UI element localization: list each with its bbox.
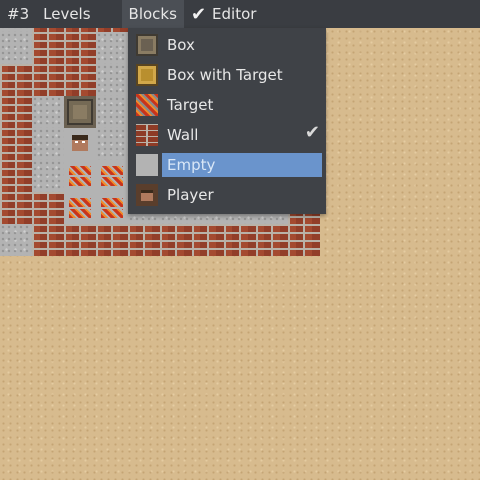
empty-icon: [136, 154, 158, 176]
menu-bar: #3 Levels Blocks ✔ Editor: [0, 0, 480, 28]
wall-tile[interactable]: [0, 128, 32, 160]
menu-item-target[interactable]: Target: [128, 90, 326, 120]
target-tile[interactable]: [64, 192, 96, 224]
menu-item-label: Wall: [167, 126, 199, 144]
floor-tile[interactable]: [96, 128, 128, 160]
floor-tile[interactable]: [0, 32, 32, 64]
menu-item-empty[interactable]: Empty: [128, 150, 326, 180]
floor-tile[interactable]: [32, 160, 64, 192]
floor-tile[interactable]: [96, 64, 128, 96]
menu-item-label: Empty: [162, 153, 322, 177]
menu-item-label: Player: [167, 186, 214, 204]
player-tile[interactable]: [64, 128, 96, 160]
floor-tile[interactable]: [96, 96, 128, 128]
menu-item-box[interactable]: Box: [128, 30, 326, 60]
wall-tile[interactable]: [0, 96, 32, 128]
wall-tile[interactable]: [288, 224, 320, 256]
wall-tile[interactable]: [64, 64, 96, 96]
blocks-dropdown: Box Box with Target Target Wall ✔ Empty …: [128, 28, 326, 214]
wall-tile[interactable]: [128, 224, 160, 256]
target-icon: [136, 94, 158, 116]
wall-tile[interactable]: [224, 224, 256, 256]
menu-item-wall[interactable]: Wall ✔: [128, 120, 326, 150]
menu-item-box-with-target[interactable]: Box with Target: [128, 60, 326, 90]
target-tile[interactable]: [96, 192, 128, 224]
menu-separator: [98, 0, 122, 28]
wall-tile[interactable]: [0, 192, 32, 224]
level-number: #3: [7, 5, 30, 23]
wall-tile[interactable]: [160, 224, 192, 256]
wall-tile[interactable]: [32, 64, 64, 96]
box-tile[interactable]: [64, 96, 96, 128]
menu-item-label: Box: [167, 36, 195, 54]
target-tile[interactable]: [64, 160, 96, 192]
levels-menu[interactable]: Levels: [36, 0, 97, 28]
checkmark-icon: ✔: [190, 3, 207, 25]
floor-tile[interactable]: [32, 128, 64, 160]
editor-label: Editor: [212, 5, 257, 23]
player-icon: [136, 184, 158, 206]
wall-tile[interactable]: [64, 224, 96, 256]
wall-tile[interactable]: [256, 224, 288, 256]
editor-toggle[interactable]: ✔ Editor: [184, 0, 264, 28]
checkmark-icon: ✔: [304, 122, 320, 143]
wall-tile[interactable]: [0, 64, 32, 96]
menu-item-label: Box with Target: [167, 66, 283, 84]
box-icon: [136, 34, 158, 56]
menu-item-player[interactable]: Player: [128, 180, 326, 210]
wall-tile[interactable]: [192, 224, 224, 256]
wall-tile[interactable]: [96, 224, 128, 256]
wall-tile[interactable]: [0, 160, 32, 192]
target-tile[interactable]: [96, 160, 128, 192]
box-with-target-icon: [136, 64, 158, 86]
wall-icon: [136, 124, 158, 146]
menu-item-label: Target: [167, 96, 214, 114]
wall-tile[interactable]: [64, 32, 96, 64]
wall-tile[interactable]: [32, 224, 64, 256]
floor-tile[interactable]: [0, 224, 32, 256]
blocks-menu[interactable]: Blocks: [121, 0, 184, 28]
wall-tile[interactable]: [32, 32, 64, 64]
wall-tile[interactable]: [32, 192, 64, 224]
floor-tile[interactable]: [96, 32, 128, 64]
floor-tile[interactable]: [32, 96, 64, 128]
